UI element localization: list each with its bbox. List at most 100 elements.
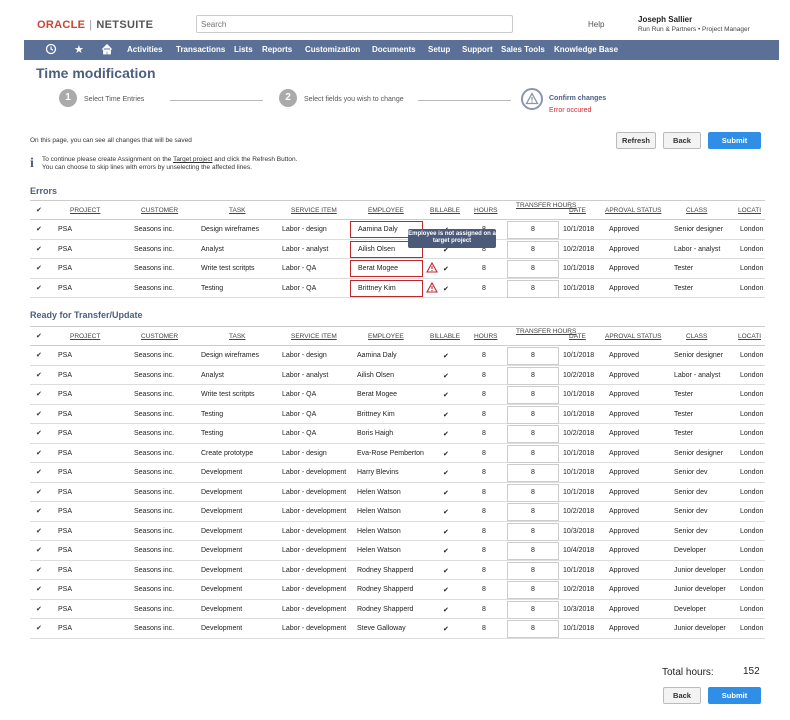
- row-checkbox[interactable]: ✔: [36, 508, 42, 515]
- row-checkbox[interactable]: ✔: [36, 547, 42, 554]
- billable-checkbox[interactable]: ✔: [443, 586, 449, 594]
- transfer-hours-input[interactable]: 8: [507, 240, 559, 259]
- row-checkbox[interactable]: ✔: [36, 265, 42, 272]
- column-header[interactable]: LOCATI: [738, 207, 761, 214]
- column-header[interactable]: CLASS: [686, 333, 707, 340]
- select-all-checkbox[interactable]: ✔: [36, 207, 42, 214]
- user-name[interactable]: Joseph Sallier: [638, 15, 692, 24]
- billable-checkbox[interactable]: ✔: [443, 606, 449, 614]
- row-checkbox[interactable]: ✔: [36, 430, 42, 437]
- netsuite-logo[interactable]: ORACLE | NETSUITE: [37, 19, 153, 31]
- billable-checkbox[interactable]: ✔: [443, 625, 449, 633]
- target-project-link[interactable]: Target project: [173, 156, 212, 163]
- nav-transactions[interactable]: Transactions: [176, 45, 225, 54]
- billable-checkbox[interactable]: ✔: [443, 430, 449, 438]
- transfer-hours-input[interactable]: 8: [507, 347, 559, 365]
- warning-icon[interactable]: [426, 281, 438, 295]
- nav-customization[interactable]: Customization: [305, 45, 360, 54]
- row-checkbox[interactable]: ✔: [36, 469, 42, 476]
- nav-reports[interactable]: Reports: [262, 45, 292, 54]
- submit-button-bottom[interactable]: Submit: [708, 687, 761, 704]
- nav-support[interactable]: Support: [462, 45, 493, 54]
- billable-checkbox[interactable]: ✔: [443, 285, 449, 293]
- transfer-hours-input[interactable]: 8: [507, 522, 559, 541]
- row-checkbox[interactable]: ✔: [36, 246, 42, 253]
- transfer-hours-input[interactable]: 8: [507, 561, 559, 580]
- column-header[interactable]: CUSTOMER: [141, 207, 178, 214]
- column-header[interactable]: TASK: [229, 207, 246, 214]
- column-header[interactable]: EMPLOYEE: [368, 207, 404, 214]
- column-header[interactable]: TASK: [229, 333, 246, 340]
- billable-checkbox[interactable]: ✔: [443, 547, 449, 555]
- billable-checkbox[interactable]: ✔: [443, 265, 449, 273]
- refresh-button[interactable]: Refresh: [616, 132, 656, 149]
- row-checkbox[interactable]: ✔: [36, 567, 42, 574]
- help-link[interactable]: Help: [588, 20, 604, 29]
- employee-error-cell[interactable]: Berat Mogee: [350, 260, 423, 277]
- nav-setup[interactable]: Setup: [428, 45, 450, 54]
- column-header[interactable]: APROVAL STATUS: [605, 207, 661, 214]
- column-header[interactable]: PROJECT: [70, 207, 100, 214]
- column-header[interactable]: SERVICE ITEM: [291, 207, 337, 214]
- billable-checkbox[interactable]: ✔: [443, 391, 449, 399]
- column-header[interactable]: BILLABLE: [430, 207, 460, 214]
- transfer-hours-input[interactable]: 8: [507, 260, 559, 278]
- column-header[interactable]: CLASS: [686, 207, 707, 214]
- billable-checkbox[interactable]: ✔: [443, 469, 449, 477]
- nav-activities[interactable]: Activities: [127, 45, 163, 54]
- row-checkbox[interactable]: ✔: [36, 285, 42, 292]
- transfer-hours-input[interactable]: 8: [507, 503, 559, 521]
- column-header[interactable]: TRANSFER HOURS: [516, 328, 576, 335]
- column-header[interactable]: BILLABLE: [430, 333, 460, 340]
- column-header[interactable]: DATE: [569, 207, 586, 214]
- billable-checkbox[interactable]: ✔: [443, 508, 449, 516]
- row-checkbox[interactable]: ✔: [36, 450, 42, 457]
- row-checkbox[interactable]: ✔: [36, 489, 42, 496]
- row-checkbox[interactable]: ✔: [36, 625, 42, 632]
- nav-sales-tools[interactable]: Sales Tools: [501, 45, 545, 54]
- row-checkbox[interactable]: ✔: [36, 226, 42, 233]
- column-header[interactable]: PROJECT: [70, 333, 100, 340]
- billable-checkbox[interactable]: ✔: [443, 450, 449, 458]
- search-input[interactable]: [196, 15, 513, 33]
- transfer-hours-input[interactable]: 8: [507, 221, 559, 239]
- billable-checkbox[interactable]: ✔: [443, 528, 449, 536]
- home-icon[interactable]: [101, 43, 113, 59]
- warning-icon[interactable]: [426, 261, 438, 275]
- transfer-hours-input[interactable]: 8: [507, 483, 559, 502]
- billable-checkbox[interactable]: ✔: [443, 567, 449, 575]
- column-header[interactable]: APROVAL STATUS: [605, 333, 661, 340]
- back-button-top[interactable]: Back: [663, 132, 701, 149]
- row-checkbox[interactable]: ✔: [36, 352, 42, 359]
- row-checkbox[interactable]: ✔: [36, 606, 42, 613]
- transfer-hours-input[interactable]: 8: [507, 386, 559, 404]
- employee-error-cell[interactable]: Brittney Kim: [350, 279, 423, 297]
- transfer-hours-input[interactable]: 8: [507, 620, 559, 638]
- recent-history-icon[interactable]: [45, 43, 57, 59]
- column-header[interactable]: LOCATI: [738, 333, 761, 340]
- transfer-hours-input[interactable]: 8: [507, 425, 559, 443]
- nav-knowledge-base[interactable]: Knowledge Base: [554, 45, 618, 54]
- row-checkbox[interactable]: ✔: [36, 411, 42, 418]
- billable-checkbox[interactable]: ✔: [443, 352, 449, 360]
- column-header[interactable]: CUSTOMER: [141, 333, 178, 340]
- transfer-hours-input[interactable]: 8: [507, 600, 559, 619]
- transfer-hours-input[interactable]: 8: [507, 366, 559, 385]
- transfer-hours-input[interactable]: 8: [507, 581, 559, 599]
- submit-button-top[interactable]: Submit: [708, 132, 761, 149]
- column-header[interactable]: HOURS: [474, 207, 497, 214]
- transfer-hours-input[interactable]: 8: [507, 279, 559, 298]
- transfer-hours-input[interactable]: 8: [507, 464, 559, 482]
- nav-documents[interactable]: Documents: [372, 45, 416, 54]
- row-checkbox[interactable]: ✔: [36, 372, 42, 379]
- nav-lists[interactable]: Lists: [234, 45, 253, 54]
- column-header[interactable]: SERVICE ITEM: [291, 333, 337, 340]
- column-header[interactable]: EMPLOYEE: [368, 333, 404, 340]
- transfer-hours-input[interactable]: 8: [507, 444, 559, 463]
- row-checkbox[interactable]: ✔: [36, 528, 42, 535]
- billable-checkbox[interactable]: ✔: [443, 411, 449, 419]
- billable-checkbox[interactable]: ✔: [443, 372, 449, 380]
- star-icon[interactable]: ★: [74, 43, 84, 57]
- back-button-bottom[interactable]: Back: [663, 687, 701, 704]
- row-checkbox[interactable]: ✔: [36, 586, 42, 593]
